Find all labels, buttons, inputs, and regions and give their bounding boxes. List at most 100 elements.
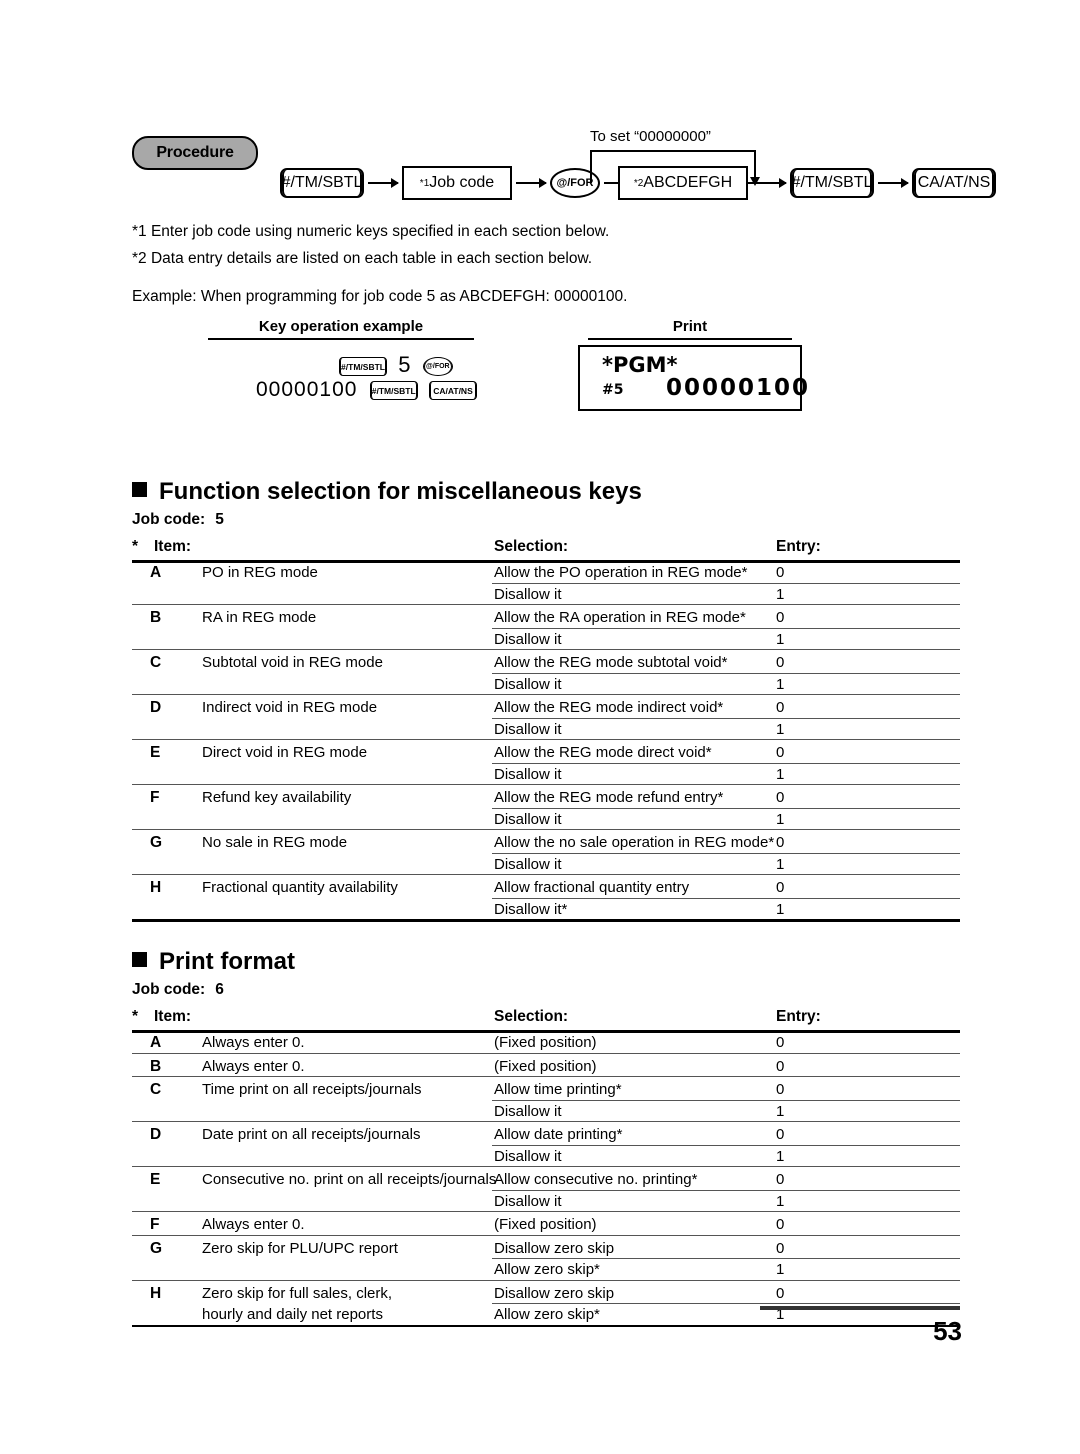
print-header: Print	[672, 318, 708, 335]
table-row-entry: 0	[776, 1284, 785, 1302]
job-code-value-2: 6	[215, 981, 224, 998]
table-row-selection: Disallow it	[494, 810, 562, 828]
table-row-selection: Disallow it	[494, 675, 562, 693]
table-row-letter: F	[150, 789, 160, 806]
table-suboption-rule	[492, 1099, 960, 1101]
flow-bypass-down-arrow	[750, 150, 760, 186]
page-number: 53	[933, 1316, 962, 1346]
col-header-selection: Selection:	[494, 538, 569, 555]
table-suboption-rule	[492, 762, 960, 764]
table-suboption-rule	[492, 807, 960, 809]
table-row-selection: Allow zero skip*	[494, 1261, 600, 1278]
table-row-rule	[132, 649, 960, 651]
section-bullet-icon	[132, 482, 147, 497]
table-row-entry: 0	[776, 609, 785, 626]
table-row-entry: 1	[776, 675, 785, 693]
table-suboption-rule	[492, 582, 960, 584]
job-code-line-2: Job code: 6	[132, 981, 224, 999]
table-row-entry: 0	[776, 1126, 785, 1143]
flow-arrow-2	[516, 178, 547, 188]
table-row-entry: 0	[776, 654, 785, 671]
table-row-selection: (Fixed position)	[494, 1216, 597, 1233]
table-header-rule	[132, 1030, 960, 1033]
table-row-entry: 0	[776, 1171, 785, 1188]
table-row-entry: 0	[776, 1239, 785, 1257]
table-row-selection: Disallow it	[494, 765, 562, 783]
table-row-selection: Allow the REG mode subtotal void*	[494, 654, 728, 671]
procedure-note-1: *1 Enter job code using numeric keys spe…	[132, 223, 610, 240]
table-row-rule	[132, 874, 960, 876]
table-row-letter: G	[150, 834, 163, 851]
minikey-tm-sbtl-1: #/TM/SBTL	[339, 357, 387, 377]
print-receipt-box: *PGM* #5 00000100	[578, 345, 808, 411]
table-row-item: PO in REG mode	[202, 564, 318, 581]
table-row-item: Date print on all receipts/journals	[202, 1126, 421, 1143]
table-row-selection: Disallow it	[494, 1192, 562, 1210]
table-row-rule	[132, 1211, 960, 1213]
table-row-entry: 0	[776, 1081, 785, 1098]
table-row-selection: Disallow it	[494, 630, 562, 648]
table-row-letter: C	[150, 1081, 162, 1098]
print-receipt-title: *PGM*	[602, 353, 678, 377]
table-row-entry: 1	[776, 810, 785, 828]
table-row-item: Always enter 0.	[202, 1216, 305, 1233]
table-row-rule	[132, 604, 960, 606]
flow-box-abcdefgh: *2 ABCDEFGH	[618, 166, 748, 200]
section-heading-print-format: Print format	[132, 948, 295, 976]
flow-arrow-4	[758, 178, 787, 188]
table-row-selection: Allow the RA operation in REG mode*	[494, 609, 746, 626]
table-row-selection: Allow zero skip*	[494, 1306, 600, 1323]
table-row-letter: B	[150, 609, 162, 626]
flow-box-abcdefgh-label: ABCDEFGH	[643, 174, 733, 191]
table-row-item: Refund key availability	[202, 789, 352, 806]
key-sequence-line-1: #/TM/SBTL 5 @/FOR	[339, 352, 453, 378]
col-header-star: *	[132, 538, 139, 555]
table-row-selection: Disallow zero skip	[494, 1284, 615, 1302]
flow-bypass-top	[590, 150, 756, 152]
table-row-rule	[132, 694, 960, 696]
flow-box-job-code-sup: *1	[419, 177, 430, 189]
table-suboption-rule	[492, 897, 960, 899]
table-row-item: Indirect void in REG mode	[202, 699, 378, 716]
table-suboption-rule	[492, 672, 960, 674]
flow-bypass-label: To set “00000000”	[590, 128, 711, 145]
minikey-tm-sbtl-2: #/TM/SBTL	[369, 381, 418, 401]
table-row-selection: Allow consecutive no. printing*	[494, 1171, 698, 1188]
table-row-item: Time print on all receipts/journals	[202, 1081, 422, 1098]
table-row-entry: 0	[776, 564, 785, 581]
print-header-rule	[588, 338, 792, 340]
table-row-selection: Allow time printing*	[494, 1081, 622, 1098]
table-suboption-rule	[492, 717, 960, 719]
key-operation-header-rule	[208, 338, 474, 340]
table-row-letter: C	[150, 654, 162, 671]
table-row-item: Zero skip for full sales, clerk,	[202, 1284, 393, 1302]
col-header-entry: Entry:	[776, 538, 821, 555]
table-row-rule	[132, 829, 960, 831]
table-suboption-rule	[492, 627, 960, 629]
table-suboption-rule	[492, 852, 960, 854]
table-suboption-rule	[492, 1189, 960, 1191]
flow-box-job-code: *1 Job code	[402, 166, 512, 200]
flow-arrow-5	[878, 178, 909, 188]
table-row-selection: Disallow it	[494, 720, 562, 738]
table-row-letter: G	[150, 1239, 163, 1257]
flow-box-job-code-label: Job code	[429, 174, 495, 191]
table-row-item-line2: hourly and daily net reports	[202, 1306, 383, 1323]
key-sequence-line-2: 00000100 #/TM/SBTL CA/AT/NS	[256, 378, 477, 402]
table-row-selection: Disallow it*	[494, 900, 568, 918]
table-row-letter: E	[150, 1171, 161, 1188]
table-row-selection: Disallow it	[494, 1147, 562, 1165]
table-row-letter: B	[150, 1057, 162, 1075]
table-row-letter: A	[150, 564, 162, 581]
table-row-selection: Disallow zero skip	[494, 1239, 615, 1257]
table-row-rule	[132, 1052, 960, 1054]
flow-key-tm-sbtl-1-label: #/TM/SBTL	[281, 174, 363, 191]
table-row-rule	[132, 784, 960, 786]
table-row-entry: 0	[776, 1216, 785, 1233]
table-row-selection: (Fixed position)	[494, 1034, 597, 1051]
procedure-note-2: *2 Data entry details are listed on each…	[132, 250, 593, 267]
table-row-item: RA in REG mode	[202, 609, 317, 626]
key-sequence-entry-number: 00000100	[256, 378, 358, 401]
table-row-entry: 1	[776, 855, 785, 873]
table-row-selection: (Fixed position)	[494, 1057, 597, 1075]
